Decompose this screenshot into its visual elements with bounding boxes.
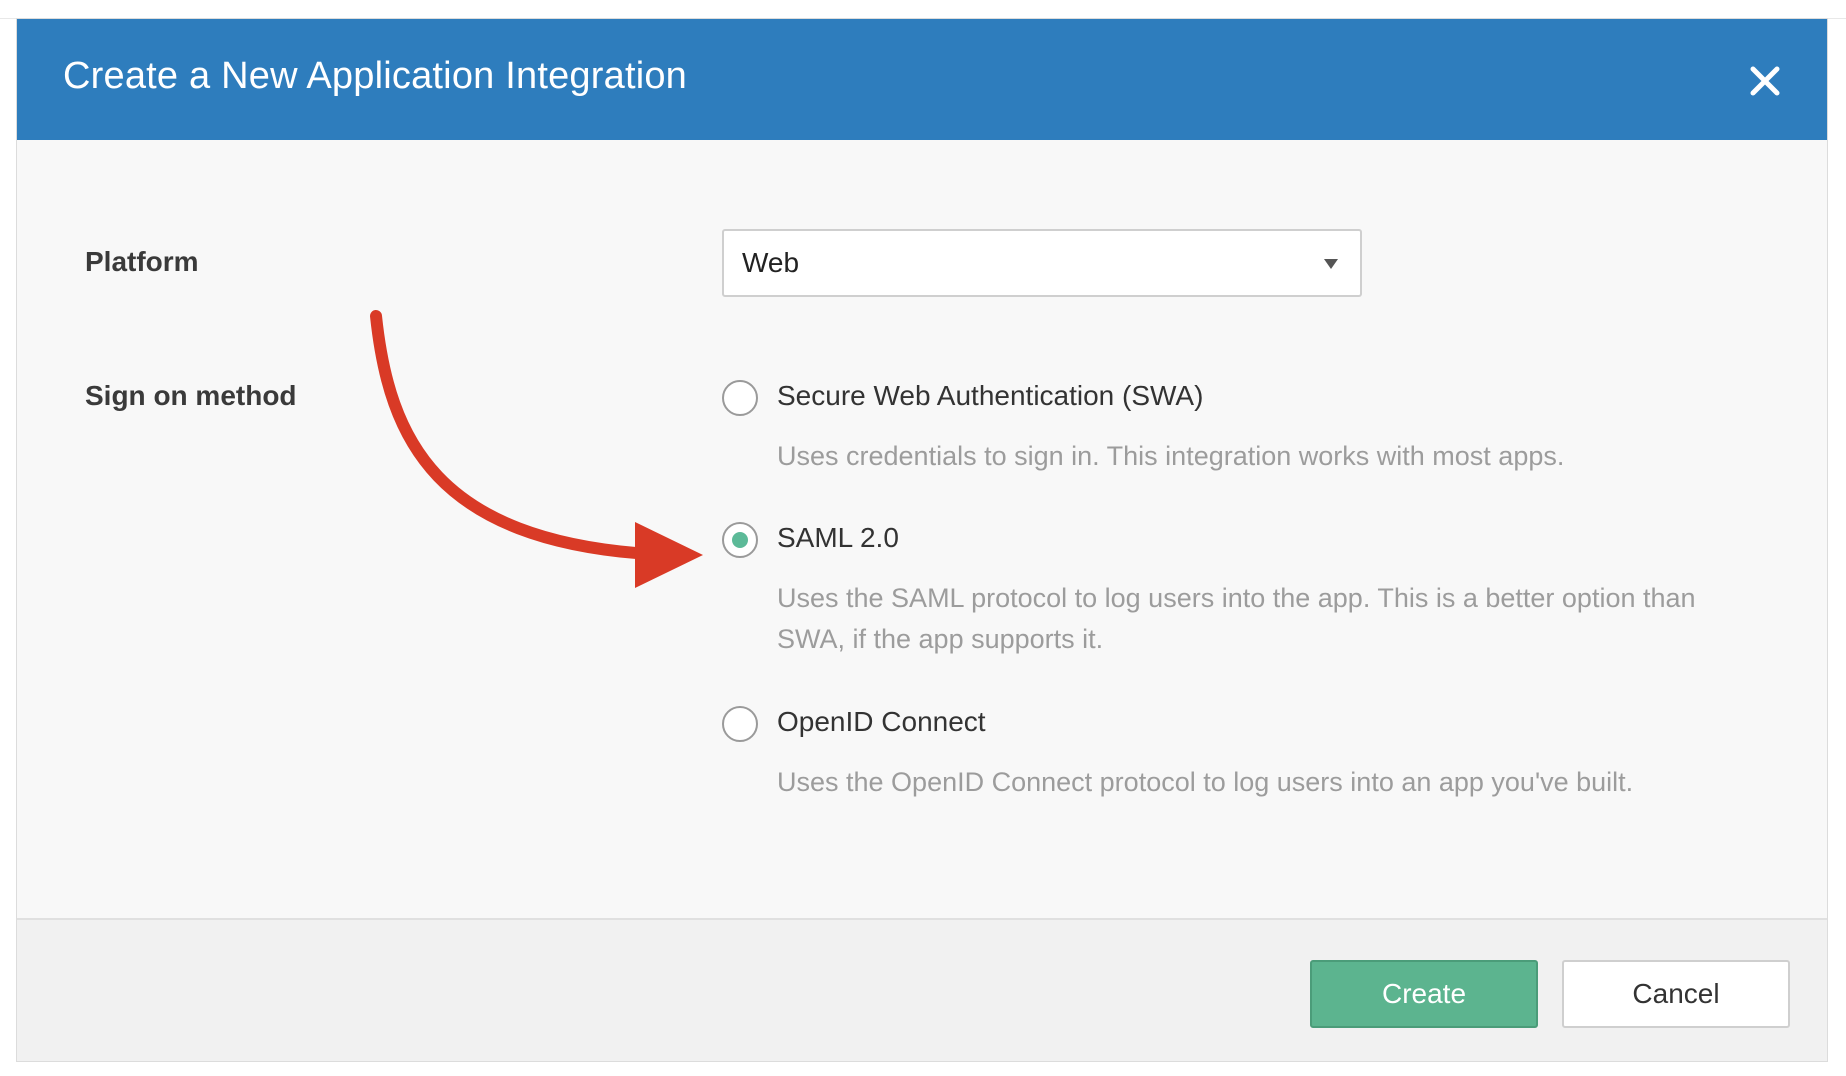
dropdown-arrow-icon: [1324, 259, 1338, 269]
radio-selected-dot: [732, 532, 748, 548]
option-description-swa: Uses credentials to sign in. This integr…: [777, 441, 1565, 471]
option-description-openid-connect: Uses the OpenID Connect protocol to log …: [777, 767, 1634, 797]
dialog-title: Create a New Application Integration: [63, 55, 688, 97]
option-title-openid-connect: OpenID Connect: [777, 706, 986, 737]
dialog-body: Platform Web Sign on method Secure Web A…: [17, 140, 1827, 918]
close-icon: [1750, 66, 1780, 96]
dialog-header: Create a New Application Integration: [17, 19, 1827, 140]
sign-on-method-label: Sign on method: [85, 380, 297, 411]
top-strip: [0, 0, 1846, 19]
radio-swa[interactable]: [722, 380, 758, 416]
cancel-button[interactable]: Cancel: [1562, 960, 1790, 1028]
radio-openid-connect[interactable]: [722, 706, 758, 742]
option-title-saml: SAML 2.0: [777, 522, 899, 553]
create-button[interactable]: Create: [1310, 960, 1538, 1028]
page: Create a New Application Integration Pla…: [0, 0, 1846, 1076]
option-title-swa: Secure Web Authentication (SWA): [777, 380, 1204, 411]
option-description-saml: Uses the SAML protocol to log users into…: [777, 583, 1696, 654]
platform-select[interactable]: Web: [722, 229, 1362, 297]
create-app-integration-dialog: Create a New Application Integration Pla…: [16, 18, 1828, 1062]
close-button[interactable]: [1745, 61, 1785, 101]
platform-label: Platform: [85, 246, 199, 277]
dialog-footer: Create Cancel: [17, 918, 1827, 1061]
radio-saml[interactable]: [722, 522, 758, 558]
platform-select-value: Web: [742, 247, 800, 278]
